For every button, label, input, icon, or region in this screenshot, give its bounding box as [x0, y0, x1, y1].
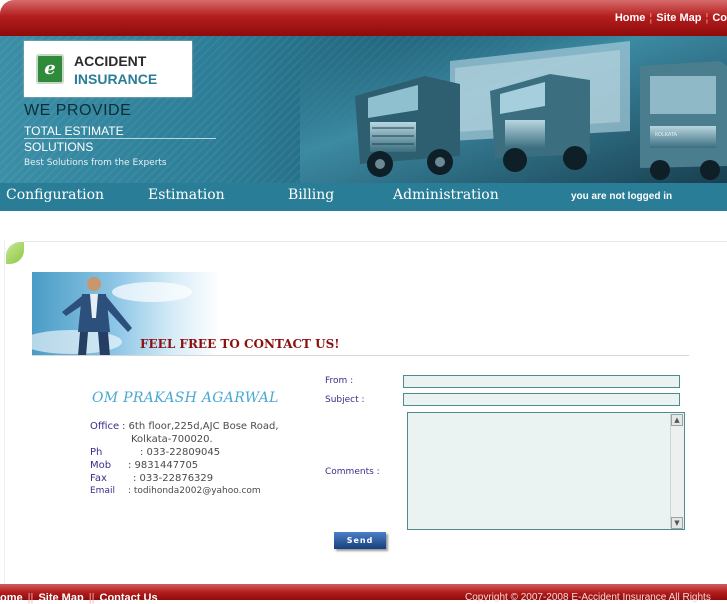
mobile-label: Mob — [90, 460, 112, 471]
subject-label: Subject : — [325, 395, 365, 405]
nav-configuration[interactable]: Configuration — [6, 187, 104, 203]
from-input[interactable] — [403, 375, 680, 388]
logo-e-icon: e — [36, 54, 64, 84]
nav-billing[interactable]: Billing — [288, 187, 334, 203]
footer-separator: || — [85, 592, 98, 604]
footer-nav: ome || Site Map || Contact Us — [0, 592, 158, 604]
top-nav-sitemap-link[interactable]: Site Map — [656, 12, 701, 24]
tagline-total-estimate: TOTAL ESTIMATE — [24, 124, 124, 138]
login-status: you are not logged in — [571, 191, 673, 202]
tagline-we-provide: WE PROVIDE — [24, 102, 132, 119]
footer-bar: ome || Site Map || Contact Us Copyright … — [0, 584, 727, 604]
send-button[interactable]: Send — [334, 532, 386, 549]
footer-sitemap-link[interactable]: Site Map — [38, 592, 83, 604]
footer-contact-link[interactable]: Contact Us — [100, 592, 158, 604]
phone-value: : 033-22809045 — [140, 447, 221, 458]
trucks-image: KOLKATA — [300, 36, 727, 183]
contact-name: OM PRAKASH AGARWAL — [92, 390, 279, 406]
subject-input[interactable] — [403, 393, 680, 406]
content-top-rule — [24, 241, 727, 242]
email-value: : todihonda2002@yahoo.com — [128, 486, 261, 496]
fax-value: : 033-22876329 — [133, 473, 214, 484]
leaf-icon — [6, 242, 24, 264]
logo[interactable]: e ACCIDENT INSURANCE — [24, 41, 192, 97]
top-nav: Home ¦ Site Map ¦ Co — [615, 12, 727, 24]
contact-heading: FEEL FREE TO CONTACT US! — [140, 337, 340, 351]
copyright-text: Copyright © 2007-2008 E-Accident Insuran… — [465, 592, 711, 603]
from-label: From : — [325, 376, 354, 386]
main-nav: Configuration Estimation Billing Adminis… — [0, 183, 727, 211]
comments-scrollbar[interactable]: ▲ ▼ — [670, 414, 683, 529]
tagline-divider — [24, 138, 216, 139]
header-banner: KOLKATA e ACCIDENT INSURANCE WE PROVIDE … — [0, 36, 727, 183]
nav-administration[interactable]: Administration — [393, 187, 499, 203]
office-address-line1: : 6th floor,225d,AJC Bose Road, — [122, 421, 279, 432]
footer-separator: || — [24, 592, 37, 604]
office-label: Office — [90, 421, 120, 432]
top-nav-separator: ¦ — [649, 12, 653, 24]
tagline-solutions: SOLUTIONS — [24, 140, 94, 154]
mobile-value: : 9831447705 — [128, 460, 199, 471]
fax-label: Fax — [90, 473, 107, 484]
footer-home-link[interactable]: ome — [0, 592, 23, 604]
office-address-line2: Kolkata-700020. — [131, 434, 213, 445]
top-nav-contact-link[interactable]: Co — [712, 12, 727, 24]
top-nav-home-link[interactable]: Home — [615, 12, 646, 24]
content-left-rule — [4, 240, 5, 585]
email-label: Email — [90, 486, 115, 496]
phone-label: Ph — [90, 447, 103, 458]
top-nav-separator: ¦ — [705, 12, 709, 24]
logo-text-accident: ACCIDENT — [74, 53, 147, 69]
tagline-best-solutions: Best Solutions from the Experts — [24, 158, 167, 168]
comments-label: Comments : — [325, 467, 380, 477]
scroll-down-icon[interactable]: ▼ — [671, 517, 683, 529]
nav-estimation[interactable]: Estimation — [148, 187, 225, 203]
svg-text:KOLKATA: KOLKATA — [655, 132, 678, 138]
logo-text-insurance: INSURANCE — [74, 71, 158, 87]
scroll-up-icon[interactable]: ▲ — [671, 414, 683, 426]
comments-textarea[interactable]: ▲ ▼ — [407, 412, 685, 530]
contact-divider — [32, 355, 689, 356]
